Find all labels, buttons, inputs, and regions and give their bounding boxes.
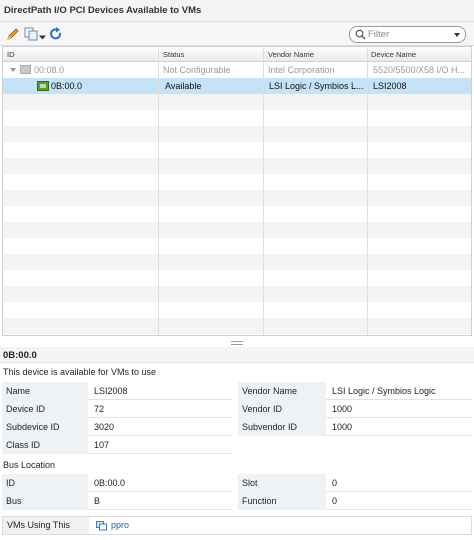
property-label: ID bbox=[6, 478, 15, 488]
details-title: 0B:00.0 bbox=[3, 350, 37, 361]
property-row: Vendor ID 1000 bbox=[238, 400, 472, 418]
property-value: 72 bbox=[94, 404, 105, 414]
column-header-device[interactable]: Device Name bbox=[371, 50, 416, 59]
cell-device: 5520/5500/X58 I/O H... bbox=[373, 65, 466, 75]
toolbar bbox=[0, 22, 474, 46]
property-label: Bus bbox=[6, 496, 22, 506]
refresh-icon[interactable] bbox=[49, 27, 63, 41]
empty-row bbox=[3, 190, 471, 206]
property-row: Class ID 107 bbox=[2, 436, 232, 454]
property-label: Function bbox=[242, 496, 277, 506]
column-divider bbox=[367, 47, 368, 335]
pci-card-icon bbox=[37, 81, 49, 91]
empty-row bbox=[3, 94, 471, 110]
vms-using-label: VMs Using This bbox=[7, 520, 70, 530]
property-value: 1000 bbox=[332, 404, 353, 414]
column-divider bbox=[263, 47, 264, 335]
property-value: 1000 bbox=[332, 422, 353, 432]
panel-header: DirectPath I/O PCI Devices Available to … bbox=[0, 0, 474, 22]
column-divider bbox=[158, 47, 159, 335]
device-table: ID Status Vendor Name Device Name 00:08.… bbox=[2, 46, 472, 336]
property-label: Device ID bbox=[6, 404, 46, 414]
property-label: Vendor Name bbox=[242, 386, 298, 396]
empty-row bbox=[3, 158, 471, 174]
property-row: Subvendor ID 1000 bbox=[238, 418, 472, 436]
property-value: 3020 bbox=[94, 422, 115, 432]
empty-row bbox=[3, 222, 471, 238]
column-header-id[interactable]: ID bbox=[7, 50, 15, 59]
column-header-status[interactable]: Status bbox=[163, 50, 184, 59]
pci-device-icon bbox=[20, 65, 31, 74]
property-value: 0 bbox=[332, 496, 338, 506]
cell-vendor: LSI Logic / Symbios L... bbox=[269, 81, 364, 91]
chevron-down-icon[interactable] bbox=[39, 31, 46, 45]
empty-row bbox=[3, 318, 471, 334]
pencil-icon[interactable] bbox=[6, 27, 20, 41]
property-row: Bus B bbox=[2, 492, 232, 510]
filter-dropdown-icon[interactable] bbox=[454, 33, 460, 37]
property-value: 0 bbox=[332, 478, 338, 488]
property-row: Subdevice ID 3020 bbox=[2, 418, 232, 436]
vms-using-row: VMs Using This ppro bbox=[2, 516, 472, 535]
vm-link[interactable]: ppro bbox=[111, 520, 129, 530]
cell-id: 00:08.0 bbox=[34, 65, 65, 75]
property-row: Name LSI2008 bbox=[2, 382, 232, 400]
column-header-vendor[interactable]: Vendor Name bbox=[268, 50, 314, 59]
details-header: 0B:00.0 bbox=[0, 347, 474, 363]
table-header: ID Status Vendor Name Device Name bbox=[3, 47, 471, 62]
property-row: Device ID 72 bbox=[2, 400, 232, 418]
property-value: 0B:00.0 bbox=[94, 478, 126, 488]
property-row: Vendor Name LSI Logic / Symbios Logic bbox=[238, 382, 472, 400]
filter-box[interactable] bbox=[349, 26, 466, 43]
cell-device: LSI2008 bbox=[373, 81, 407, 91]
bus-location-title: Bus Location bbox=[3, 460, 56, 470]
splitter-handle[interactable] bbox=[231, 341, 243, 345]
property-row: Function 0 bbox=[238, 492, 472, 510]
table-row[interactable]: 0B:00.0 Available LSI Logic / Symbios L.… bbox=[3, 78, 471, 94]
empty-row bbox=[3, 126, 471, 142]
property-value: LSI2008 bbox=[94, 386, 128, 396]
property-value: B bbox=[94, 496, 101, 506]
filter-input[interactable] bbox=[368, 28, 448, 41]
table-row[interactable]: 00:08.0 Not Configurable Intel Corporati… bbox=[3, 62, 471, 78]
collapse-arrow-icon[interactable] bbox=[10, 68, 16, 72]
search-icon bbox=[355, 29, 366, 40]
availability-text: This device is available for VMs to use bbox=[3, 367, 157, 377]
panel-title: DirectPath I/O PCI Devices Available to … bbox=[4, 5, 202, 16]
cell-status: Not Configurable bbox=[163, 65, 231, 75]
property-row: ID 0B:00.0 bbox=[2, 474, 232, 492]
property-row: Slot 0 bbox=[238, 474, 472, 492]
property-label: Class ID bbox=[6, 440, 41, 450]
property-value: LSI Logic / Symbios Logic bbox=[332, 386, 436, 396]
vm-icon bbox=[96, 521, 107, 531]
property-label: Slot bbox=[242, 478, 258, 488]
cell-vendor: Intel Corporation bbox=[268, 65, 335, 75]
property-label: Vendor ID bbox=[242, 404, 283, 414]
cell-id: 0B:00.0 bbox=[51, 81, 83, 91]
empty-row bbox=[3, 254, 471, 270]
copy-icon[interactable] bbox=[24, 27, 38, 41]
empty-row bbox=[3, 286, 471, 302]
property-label: Name bbox=[6, 386, 31, 396]
cell-status: Available bbox=[165, 81, 202, 91]
property-label: Subvendor ID bbox=[242, 422, 298, 432]
property-value: 107 bbox=[94, 440, 110, 450]
property-label: Subdevice ID bbox=[6, 422, 60, 432]
